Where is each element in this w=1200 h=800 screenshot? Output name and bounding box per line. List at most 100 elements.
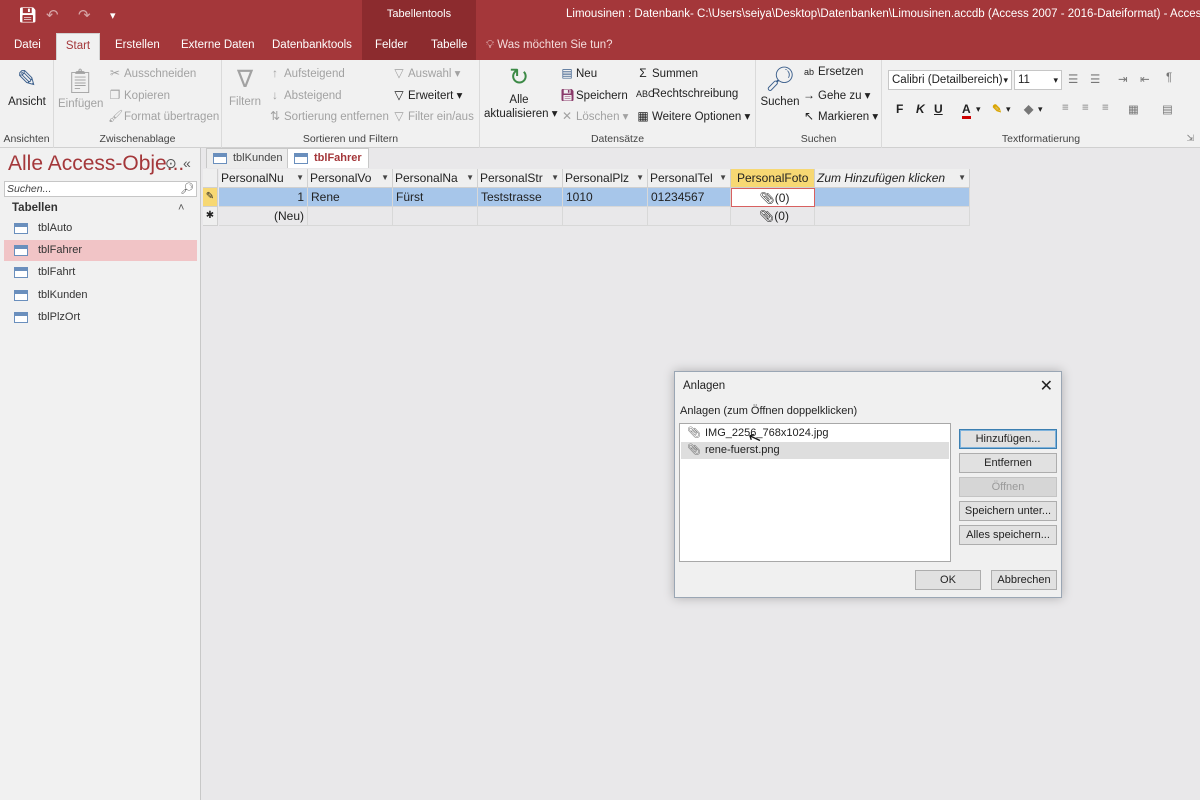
dialog-launcher-icon[interactable]: ⇲ <box>1186 133 1194 144</box>
column-header[interactable]: PersonalNu ▼ <box>219 169 308 188</box>
gridlines-icon[interactable]: ▦ <box>1128 102 1139 116</box>
nav-pane-title[interactable]: Alle Access-Obje... <box>8 152 184 176</box>
einfuegen-button[interactable]: 📋︎ Einfügen <box>58 68 103 110</box>
chevron-down-icon[interactable]: ▼ <box>636 169 644 187</box>
auswahl-button[interactable]: ▽ Auswahl ▾ <box>392 66 460 80</box>
customize-toolbar-icon[interactable]: ▾ <box>110 9 116 22</box>
align-center-icon[interactable]: ≡ <box>1082 102 1089 114</box>
filter-ein-aus-button[interactable]: ▽ Filter ein/aus <box>392 109 473 123</box>
tab-tabelle[interactable]: Tabelle <box>427 33 471 60</box>
erweitert-button[interactable]: ▽ Erweitert ▾ <box>392 88 462 102</box>
absteigend-button[interactable]: ↓ Absteigend <box>268 88 342 102</box>
font-color-icon[interactable]: A <box>962 102 971 119</box>
numbered-list-icon[interactable]: ☰ <box>1090 72 1100 86</box>
nav-item-tblauto[interactable]: tblAuto <box>4 218 197 239</box>
fill-color-icon[interactable]: ◆ <box>1024 102 1033 116</box>
cell-empty[interactable] <box>815 207 970 226</box>
tab-start[interactable]: Start <box>56 33 100 60</box>
nav-item-tblplzort[interactable]: tblPlzOrt <box>4 307 197 328</box>
open-attachment-button[interactable]: Öffnen <box>959 477 1057 497</box>
ersetzen-button[interactable]: ab Ersetzen <box>802 66 863 78</box>
doc-tab-tblfahrer[interactable]: tblFahrer <box>287 148 369 168</box>
undo-icon[interactable]: ↶ <box>46 6 59 24</box>
select-all-corner[interactable] <box>203 169 218 188</box>
summen-button[interactable]: Σ Summen <box>636 66 698 80</box>
attachments-list[interactable]: 📎︎ IMG_2256_768x1024.jpg 📎︎ rene-fuerst.pn… <box>679 423 951 562</box>
suchen-button[interactable]: 🔎︎ Suchen <box>760 66 800 108</box>
collapse-pane-icon[interactable]: « <box>183 155 191 171</box>
tab-erstellen[interactable]: Erstellen <box>111 33 164 60</box>
save-icon[interactable]: 💾︎ <box>18 6 37 24</box>
redo-icon[interactable]: ↷ <box>78 6 91 24</box>
align-right-icon[interactable]: ≡ <box>1102 102 1109 114</box>
search-icon[interactable]: 🔎︎ <box>180 182 194 196</box>
chevron-down-icon[interactable]: ▼ <box>466 169 474 187</box>
italic-icon[interactable]: K <box>916 102 925 116</box>
column-header[interactable]: PersonalVo ▼ <box>308 169 393 188</box>
paragraph-icon[interactable]: ¶ <box>1166 72 1172 84</box>
cell-personalfoto-attachment[interactable]: 📎︎(0) <box>731 188 815 207</box>
list-item[interactable]: 📎︎ IMG_2256_768x1024.jpg <box>681 425 949 442</box>
alle-aktualisieren-button[interactable]: ↻ Alle aktualisieren ▾ <box>484 64 558 120</box>
speichern-button[interactable]: 💾︎Speichern <box>560 88 628 102</box>
cell-new-personalnr[interactable]: (Neu) <box>219 207 308 226</box>
alternate-row-color-icon[interactable]: ▤ <box>1162 102 1173 116</box>
nav-item-tblfahrt[interactable]: tblFahrt <box>4 262 197 283</box>
gehe-zu-button[interactable]: → Gehe zu ▾ <box>802 88 870 102</box>
cell-strasse[interactable]: Teststrasse <box>478 188 563 207</box>
cell-vorname[interactable]: Rene <box>308 188 393 207</box>
save-as-button[interactable]: Speichern unter... <box>959 501 1057 521</box>
ansicht-button[interactable]: ✎ Ansicht <box>6 66 48 108</box>
chevron-down-icon[interactable]: ▼ <box>381 169 389 187</box>
list-item[interactable]: 📎︎ rene-fuerst.png <box>681 442 949 459</box>
cell-personalnr[interactable]: 1 <box>219 188 308 207</box>
nav-category-tabellen[interactable]: Tabellen <box>12 202 58 214</box>
nav-item-tblfahrer[interactable]: tblFahrer <box>4 240 197 261</box>
neu-button[interactable]: ▤ Neu <box>560 66 597 80</box>
sortierung-entfernen-button[interactable]: ⇅ Sortierung entfernen <box>268 109 389 123</box>
increase-indent-icon[interactable]: ⇥ <box>1118 72 1128 86</box>
highlight-color-icon[interactable]: ✎ <box>992 102 1002 116</box>
column-header-personalfoto[interactable]: PersonalFoto <box>731 169 815 188</box>
close-icon[interactable]: ✕ <box>1040 376 1053 396</box>
chevron-down-icon[interactable]: ▼ <box>958 169 966 187</box>
cell-empty[interactable] <box>393 207 478 226</box>
tab-externe-daten[interactable]: Externe Daten <box>177 33 259 60</box>
tell-me-search[interactable]: 💡︎ Was möchten Sie tun? <box>486 33 613 58</box>
chevron-down-icon[interactable]: ▾ <box>1006 104 1011 115</box>
cell-telefon[interactable]: 01234567 <box>648 188 731 207</box>
ausschneiden-button[interactable]: ✂ Ausschneiden <box>108 66 196 80</box>
loeschen-button[interactable]: ✕ Löschen ▾ <box>560 109 628 123</box>
kopieren-button[interactable]: ❐ Kopieren <box>108 88 170 102</box>
row-selector-new[interactable]: ✱ <box>203 207 218 226</box>
filtern-button[interactable]: ∇ Filtern <box>228 66 262 108</box>
remove-attachment-button[interactable]: Entfernen <box>959 453 1057 473</box>
save-all-button[interactable]: Alles speichern... <box>959 525 1057 545</box>
markieren-button[interactable]: ↖ Markieren ▾ <box>802 109 878 123</box>
underline-icon[interactable]: U <box>934 102 943 116</box>
chevron-down-icon[interactable]: ▾ <box>1038 104 1043 115</box>
collapse-category-icon[interactable]: ˄ <box>178 202 184 214</box>
weitere-optionen-button[interactable]: ▦ Weitere Optionen ▾ <box>636 109 750 123</box>
cancel-button[interactable]: Abbrechen <box>991 570 1057 590</box>
cell-plz[interactable]: 1010 <box>563 188 648 207</box>
chevron-down-icon[interactable]: ▼ <box>551 169 559 187</box>
bold-icon[interactable]: F <box>896 102 903 116</box>
nav-search-input[interactable]: Suchen... 🔎︎ <box>4 181 197 197</box>
ok-button[interactable]: OK <box>915 570 981 590</box>
row-selector-editing[interactable]: ✎ <box>203 188 218 207</box>
cell-empty[interactable] <box>815 188 970 207</box>
rechtschreibung-button[interactable]: ABCRechtschreibung <box>636 88 738 100</box>
font-size-dropdown[interactable]: 11 ▾ <box>1014 70 1062 90</box>
chevron-down-icon[interactable]: ▼ <box>296 169 304 187</box>
font-name-dropdown[interactable]: Calibri (Detailbereich) ▾ <box>888 70 1012 90</box>
decrease-indent-icon[interactable]: ⇤ <box>1140 72 1150 86</box>
align-left-icon[interactable]: ≡ <box>1062 102 1069 114</box>
add-attachment-button[interactable]: Hinzufügen... <box>959 429 1057 449</box>
add-column-header[interactable]: Zum Hinzufügen klicken ▼ <box>815 169 970 188</box>
column-header[interactable]: PersonalTel ▼ <box>648 169 731 188</box>
chevron-down-icon[interactable]: ▼ <box>719 169 727 187</box>
nav-menu-chevron-icon[interactable]: ⊙ <box>165 155 177 172</box>
tab-felder[interactable]: Felder <box>371 33 412 60</box>
cell-new-attachment[interactable]: 📎︎(0) <box>731 207 815 226</box>
